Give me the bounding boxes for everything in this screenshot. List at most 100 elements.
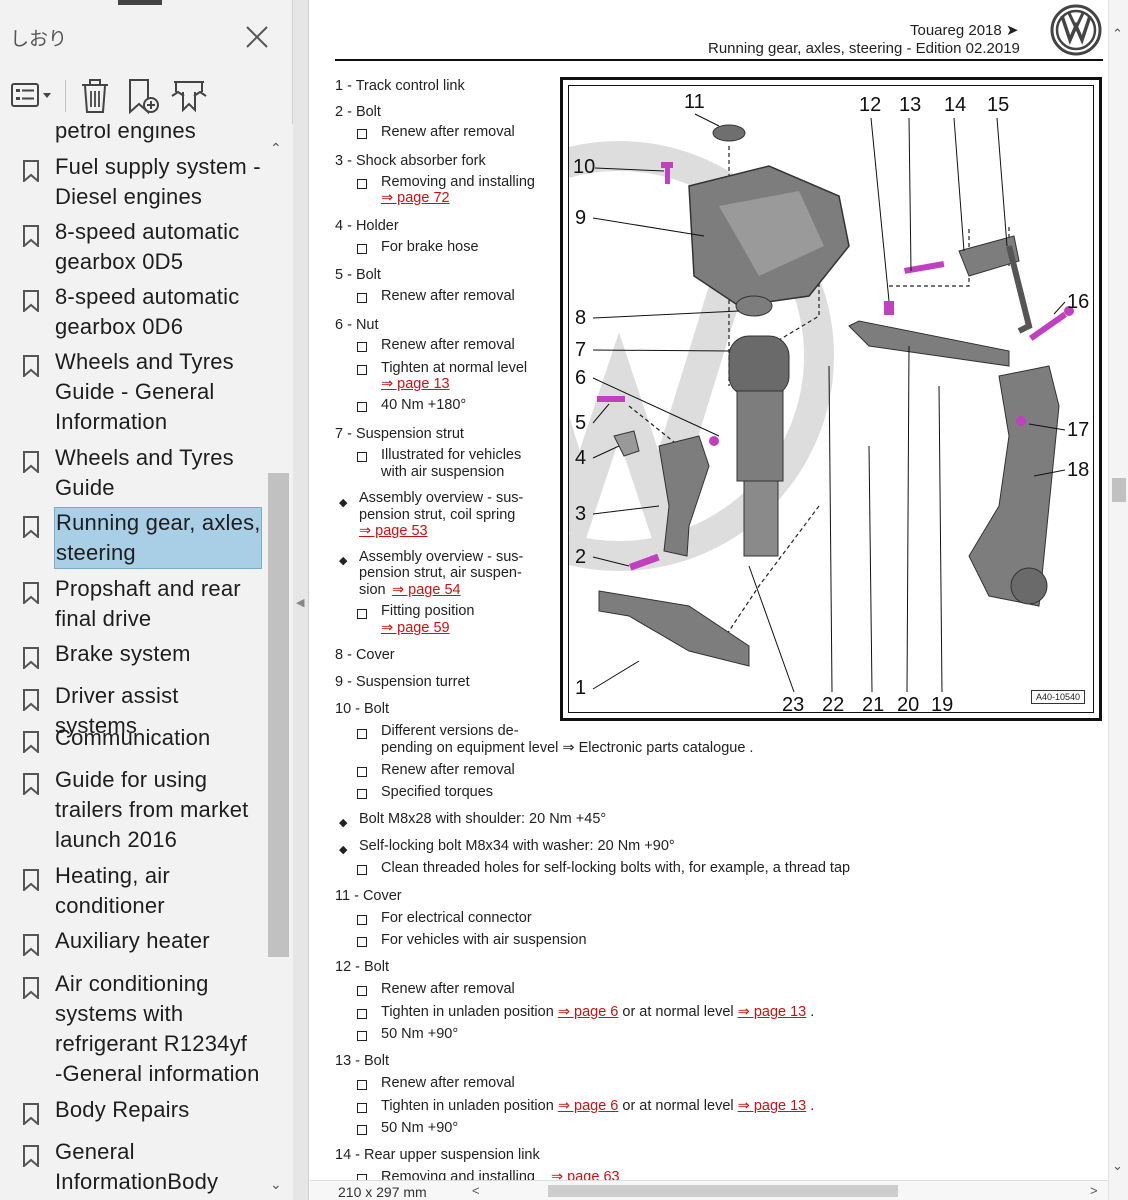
diamond-bullet-icon: ◆	[339, 817, 348, 829]
item-text: sion	[359, 582, 386, 598]
page-link[interactable]: ⇒ page 54	[392, 581, 461, 599]
callout-leader	[748, 565, 795, 693]
collapse-left-icon[interactable]: ◀	[296, 596, 304, 609]
header-rule	[335, 59, 1103, 61]
item-text: 8 - Cover	[335, 647, 395, 663]
item-text: Renew after removal	[381, 288, 515, 304]
callout-leader	[996, 117, 1008, 247]
diamond-bullet-icon: ◆	[339, 555, 348, 567]
item-text: 1 - Track control link	[335, 78, 465, 94]
front-suspension-illustration: 11 12 13 14 151098765432116171823 22 21 20 19	[404, 91, 1089, 716]
document-scroll-thumb[interactable]	[1112, 478, 1126, 502]
item-text: Bolt M8x28 with shoulder: 20 Nm +45°	[359, 811, 607, 827]
item-text: Renew after removal	[381, 981, 515, 997]
checkbox-bullet-icon	[357, 1009, 367, 1019]
item-text: 5 - Bolt	[335, 267, 381, 283]
item-text: Renew after removal	[381, 762, 515, 778]
bookmark-icon	[23, 731, 39, 753]
item-text: .	[810, 1004, 815, 1020]
page-link[interactable]: ⇒ page 53	[359, 522, 428, 540]
checkbox-bullet-icon	[357, 789, 367, 799]
callout-leader	[870, 117, 890, 302]
item-text: pending on equipment level ⇒ Electronic …	[381, 740, 754, 756]
page-link[interactable]: ⇒ page 6	[558, 1004, 619, 1020]
callout-leader	[868, 445, 873, 693]
bookmark-icon	[23, 1103, 39, 1125]
callout-number: 13	[899, 94, 921, 116]
checkbox-bullet-icon	[357, 365, 367, 375]
page-link[interactable]: ⇒ page 6	[558, 1098, 619, 1114]
item-text: Renew after removal	[381, 1075, 515, 1091]
bookmark-icon	[23, 451, 39, 473]
item-text: Self-locking bolt M8x34 with washer: 20 …	[359, 838, 675, 854]
item-text: Tighten in unladen position	[381, 1098, 554, 1114]
callout-number: 6	[575, 367, 586, 389]
callout-number: 8	[575, 307, 586, 329]
checkbox-bullet-icon	[357, 244, 367, 254]
callout-number: 22	[822, 694, 844, 714]
expand-bookmark-icon[interactable]	[170, 76, 208, 116]
item-text: .	[810, 1098, 815, 1114]
horizontal-scroll-thumb[interactable]	[548, 1185, 898, 1197]
checkbox-bullet-icon	[357, 402, 367, 412]
bookmark-icon	[23, 977, 39, 999]
page-link[interactable]: ⇒ page 63	[551, 1168, 620, 1180]
item-text: 10 - Bolt	[335, 701, 389, 717]
bookmark-icon	[23, 869, 39, 891]
bookmark-label: 8-speed automatic gearbox 0D6	[55, 284, 240, 339]
close-icon[interactable]	[242, 22, 272, 52]
item-text: 7 - Suspension strut	[335, 426, 464, 442]
item-text: Different versions de-	[381, 723, 519, 739]
callout-number: 16	[1067, 291, 1089, 313]
add-bookmark-icon[interactable]	[124, 76, 162, 116]
figure-frame: 11 12 13 14 15 10 9 8 7 6 5 4 3 2 1 16 17 18 23 22 21 20 19 A4…	[404, 85, 1094, 716]
bookmark-icon	[23, 290, 39, 312]
callout-number: 15	[987, 94, 1009, 116]
bookmark-label: Fuel supply system - Diesel engines	[55, 154, 261, 209]
item-text: Renew after removal	[381, 124, 515, 140]
bookmarks-panel-header: しおり	[0, 0, 293, 70]
page-link[interactable]: ⇒ page 13	[381, 375, 450, 393]
callout-number: 11	[684, 91, 705, 113]
callout-number: 17	[1067, 419, 1089, 441]
bookmark-options-icon[interactable]	[10, 76, 56, 116]
bookmarks-panel: しおり petrol engines Fuel supply system - …	[0, 0, 293, 1200]
vw-logo-icon	[1050, 4, 1102, 56]
scroll-right-icon[interactable]: >	[1090, 1183, 1098, 1198]
figure-code: A40-10540	[1030, 690, 1085, 704]
checkbox-bullet-icon	[357, 1031, 367, 1041]
checkbox-bullet-icon	[357, 767, 367, 777]
scroll-left-icon[interactable]: <	[472, 1183, 480, 1198]
checkbox-bullet-icon	[357, 293, 367, 303]
item-text: Specified torques	[381, 784, 494, 800]
bookmarks-scroll-thumb[interactable]	[268, 473, 289, 957]
page-link[interactable]: ⇒ page 13	[738, 1098, 807, 1114]
page-link[interactable]: ⇒ page 72	[381, 189, 450, 207]
page-link[interactable]: ⇒ page 13	[738, 1004, 807, 1020]
panel-splitter[interactable]: ◀	[293, 0, 309, 1200]
bookmark-label: Heating, air conditioner	[55, 863, 170, 918]
callout-number: 10	[573, 156, 595, 178]
scroll-down-icon[interactable]: ⌄	[270, 1176, 282, 1193]
checkbox-bullet-icon	[357, 452, 367, 462]
bookmark-icon	[23, 355, 39, 377]
item-text: 9 - Suspension turret	[335, 674, 470, 690]
item-text: Renew after removal	[381, 337, 515, 353]
bookmarks-panel-title: しおり	[10, 29, 68, 50]
page-link[interactable]: ⇒ page 59	[381, 619, 450, 637]
callout-leader	[828, 365, 833, 693]
scroll-down-icon[interactable]: ⌄	[1112, 1158, 1123, 1174]
diamond-bullet-icon: ◆	[339, 844, 348, 856]
bookmark-label: 8-speed automatic gearbox 0D5	[55, 219, 240, 274]
scroll-up-icon[interactable]: ⌃	[270, 140, 282, 157]
item-text: 14 - Rear upper suspension link	[335, 1147, 540, 1163]
document-scrollbar[interactable]: ⌃ ⌄	[1108, 0, 1128, 1200]
delete-bookmark-icon[interactable]	[78, 76, 112, 116]
bookmark-label: Wheels and Tyres Guide	[55, 445, 234, 500]
item-text: 3 - Shock absorber fork	[335, 153, 486, 169]
scroll-up-icon[interactable]: ⌃	[1112, 26, 1123, 42]
callout-number: 21	[862, 694, 884, 714]
item-text: 2 - Bolt	[335, 104, 381, 120]
callout-number: 5	[575, 412, 586, 434]
checkbox-bullet-icon	[357, 986, 367, 996]
